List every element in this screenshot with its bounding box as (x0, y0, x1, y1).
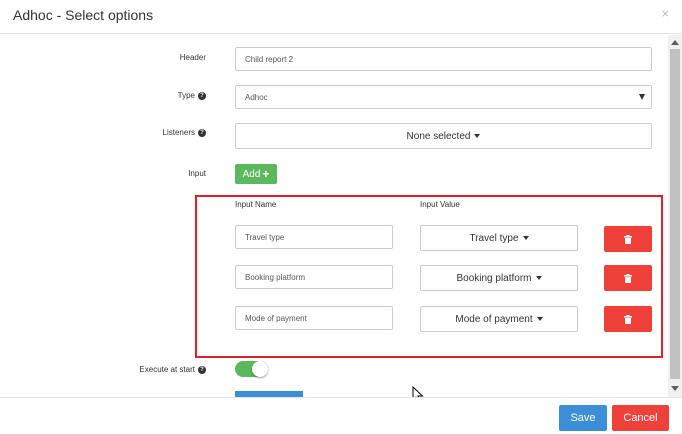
listeners-multiselect[interactable]: None selected (235, 123, 652, 149)
vertical-scrollbar[interactable] (668, 35, 682, 397)
input-name-value: Mode of payment (245, 313, 307, 323)
delete-row-button[interactable] (604, 306, 652, 332)
close-icon[interactable]: × (661, 6, 669, 21)
listeners-label: Listeners? (163, 128, 206, 137)
modal-footer: Save Cancel (0, 397, 682, 434)
plus-icon: + (262, 167, 270, 181)
scroll-up-icon[interactable] (671, 40, 679, 45)
type-select-value: Adhoc (245, 92, 268, 102)
input-value-text: Mode of payment (455, 313, 533, 325)
help-icon: ? (198, 365, 206, 374)
caret-down-icon (536, 317, 543, 321)
caret-down-icon (522, 236, 529, 240)
mouse-cursor-icon (412, 386, 424, 397)
add-input-button[interactable]: Add + (235, 164, 277, 184)
input-label-text: Input (188, 169, 206, 178)
input-value-header: Input Value (420, 200, 460, 209)
help-icon: ? (198, 91, 206, 100)
input-value-dropdown[interactable]: Travel type (420, 225, 578, 251)
type-label: Type? (178, 91, 206, 100)
caret-down-icon (535, 276, 542, 280)
trash-icon (624, 273, 632, 283)
input-name-header: Input Name (235, 200, 277, 209)
listeners-value: None selected (406, 130, 471, 142)
add-button-label: Add (242, 168, 261, 180)
execute-at-start-toggle[interactable] (235, 361, 268, 377)
input-value-dropdown[interactable]: Booking platform (420, 265, 578, 291)
select-options-modal: Adhoc - Select options × Header Child re… (0, 0, 682, 434)
save-button[interactable]: Save (559, 405, 607, 431)
listeners-label-text: Listeners (162, 128, 195, 137)
header-input-value: Child report 2 (245, 54, 294, 64)
input-name-field[interactable]: Mode of payment (235, 306, 393, 330)
header-label-text: Header (179, 53, 206, 62)
trash-icon (624, 314, 632, 324)
trash-icon (624, 234, 632, 244)
header-input[interactable]: Child report 2 (235, 47, 652, 71)
delete-row-button[interactable] (604, 226, 652, 252)
type-select[interactable]: Adhoc (235, 85, 652, 109)
help-icon: ? (198, 128, 206, 137)
input-name-value: Booking platform (245, 272, 306, 282)
input-name-field[interactable]: Booking platform (235, 265, 393, 289)
scrollbar-thumb[interactable] (670, 49, 680, 379)
input-name-field[interactable]: Travel type (235, 225, 393, 249)
caret-down-icon (474, 134, 481, 138)
input-name-value: Travel type (245, 232, 285, 242)
execute-at-start-label: Execute at start? (139, 365, 206, 374)
delete-row-button[interactable] (604, 265, 652, 291)
caret-down-icon (639, 94, 645, 100)
modal-header: Adhoc - Select options × (0, 0, 682, 34)
execute-label-text: Execute at start (139, 365, 195, 374)
input-value-dropdown[interactable]: Mode of payment (420, 306, 578, 332)
modal-title: Adhoc - Select options (13, 7, 154, 23)
toggle-knob (252, 361, 268, 377)
input-value-text: Booking platform (456, 272, 532, 284)
scroll-down-icon[interactable] (671, 386, 679, 391)
header-label: Header (180, 53, 206, 62)
cancel-button[interactable]: Cancel (612, 405, 669, 431)
type-label-text: Type (177, 91, 195, 100)
modal-body: Header Child report 2 Type? Adhoc Listen… (0, 35, 668, 397)
input-label: Input (188, 169, 206, 178)
input-value-text: Travel type (469, 232, 519, 244)
